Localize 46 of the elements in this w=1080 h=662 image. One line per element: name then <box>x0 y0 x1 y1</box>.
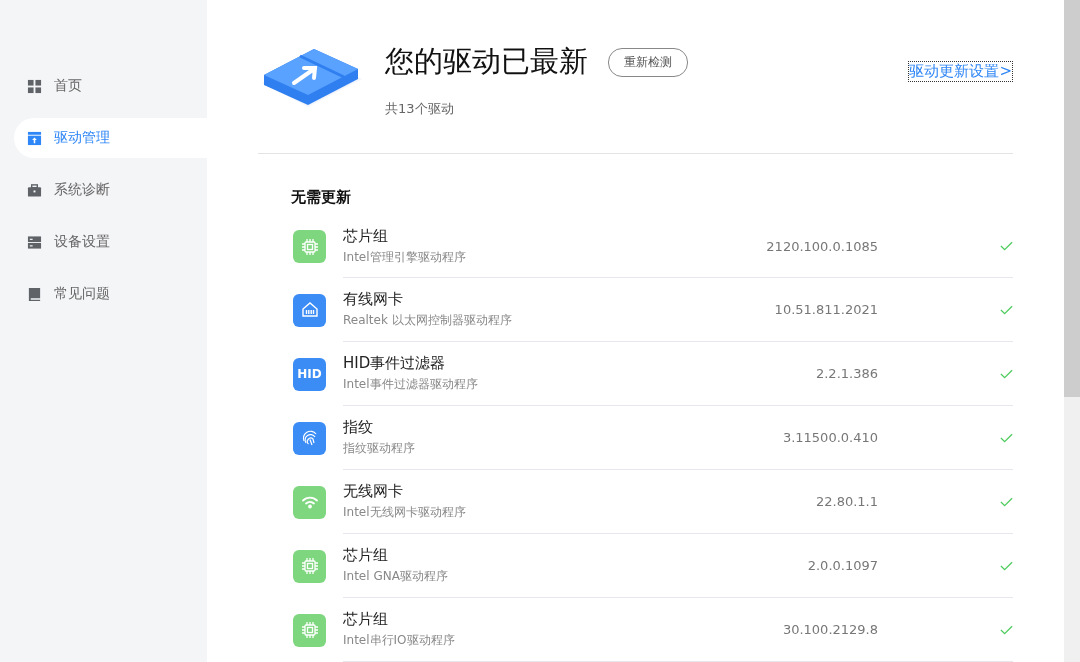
driver-version: 10.51.811.2021 <box>773 302 878 318</box>
sidebar-item[interactable]: 设备设置 <box>14 222 207 262</box>
driver-description: 指纹驱动程序 <box>343 440 416 458</box>
server-icon <box>27 234 42 250</box>
driver-name: 指纹 <box>343 418 374 438</box>
check-icon <box>1000 432 1013 443</box>
check-icon <box>1000 241 1013 251</box>
driver-name: HID事件过滤器 <box>343 354 447 374</box>
driver-version: 3.11500.0.410 <box>781 430 878 446</box>
driver-description: Intel事件过滤器驱动程序 <box>343 376 479 394</box>
check-icon <box>1000 560 1013 571</box>
driver-version: 30.100.2129.8 <box>781 622 878 638</box>
driver-name: 芯片组 <box>343 610 389 630</box>
driver-name: 芯片组 <box>343 226 389 246</box>
grid-icon <box>27 78 42 94</box>
driver-description: Intel无线网卡驱动程序 <box>343 504 467 522</box>
book-icon <box>27 286 42 302</box>
driver-version: 2.2.1.386 <box>814 366 878 382</box>
scrollbar-thumb[interactable] <box>1064 0 1080 397</box>
sidebar-item[interactable]: 驱动管理 <box>14 118 207 158</box>
sidebar-item[interactable]: 系统诊断 <box>14 170 207 210</box>
driver-version: 22.80.1.1 <box>814 494 878 510</box>
driver-description: Intel管理引擎驱动程序 <box>343 248 467 266</box>
driver-badge: HID <box>293 357 326 391</box>
driver-description: Realtek 以太网控制器驱动程序 <box>343 312 513 330</box>
check-icon <box>1000 368 1013 379</box>
driver-name: 有线网卡 <box>343 290 404 310</box>
sidebar-item[interactable]: 首页 <box>14 66 207 106</box>
driver-description: Intel串行IO驱动程序 <box>343 632 456 650</box>
driver-version: 2.0.0.1097 <box>806 558 878 574</box>
driver-count: 共13个驱动 <box>385 100 455 119</box>
check-icon <box>1000 496 1013 507</box>
recheck-button[interactable]: 重新检测 <box>608 47 688 77</box>
update-settings-link[interactable]: 驱动更新设置> <box>908 60 1013 82</box>
driver-description: Intel GNA驱动程序 <box>343 568 449 586</box>
sidebar-item[interactable]: 常见问题 <box>14 274 207 314</box>
check-icon <box>1000 624 1013 635</box>
driver-name: 芯片组 <box>343 546 389 566</box>
check-icon <box>1000 304 1013 315</box>
scrollbar[interactable] <box>1064 0 1080 662</box>
upload-box-icon <box>27 130 42 146</box>
driver-name: 无线网卡 <box>343 482 404 502</box>
briefcase-icon <box>27 182 42 198</box>
driver-version: 2120.100.0.1085 <box>765 238 878 254</box>
section-title: 无需更新 <box>291 187 352 207</box>
page-title: 您的驱动已最新 <box>385 43 588 81</box>
